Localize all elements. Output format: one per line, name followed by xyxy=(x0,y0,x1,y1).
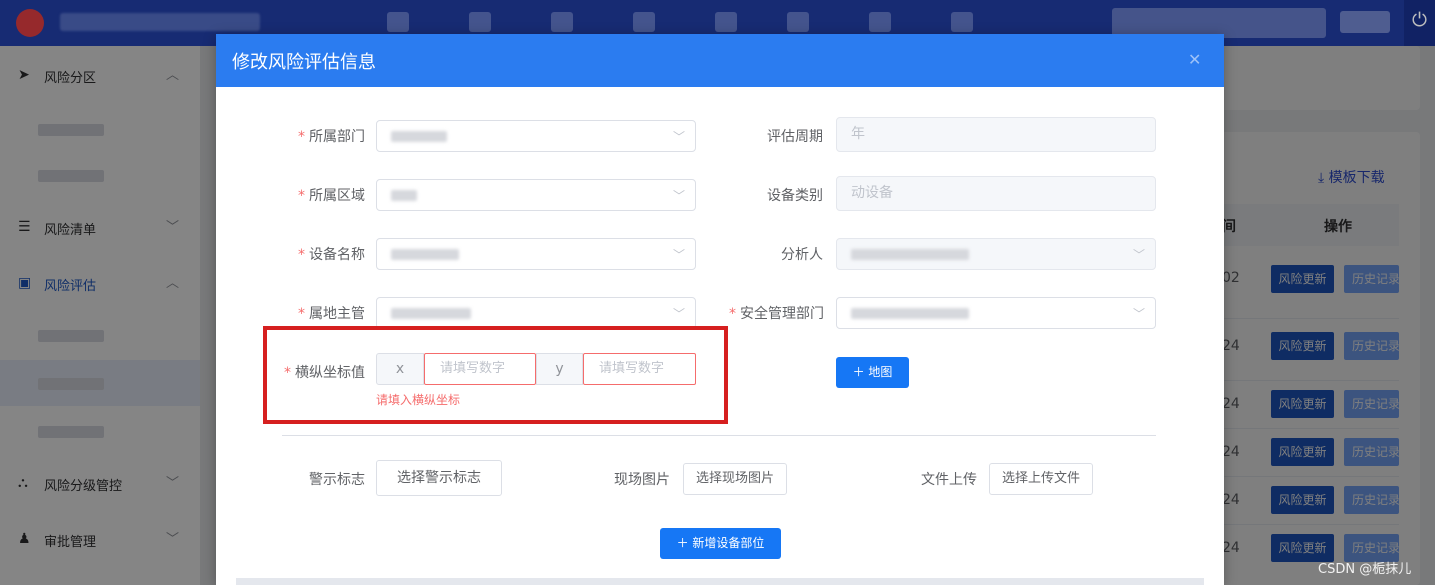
form-divider xyxy=(282,435,1156,436)
chevron-down-icon: ﹀ xyxy=(672,307,685,321)
select-warning-sign-button[interactable]: 选择警示标志 xyxy=(376,460,502,496)
chevron-down-icon: ﹀ xyxy=(1132,248,1145,262)
area-label: * 所属区域 xyxy=(298,188,365,204)
modal-overlay xyxy=(0,46,200,585)
cycle-label: 评估周期 xyxy=(767,129,823,145)
sidebar: ➤ 风险分区 ︿ ☰ 风险清单 ﹀ ▣ 风险评估 ︿ ⛬ 风险分级管控 ﹀ ♟ … xyxy=(0,46,200,585)
chevron-down-icon: ﹀ xyxy=(672,130,685,144)
safety-dept-select[interactable]: ﹀ xyxy=(836,297,1156,329)
add-device-part-button[interactable]: ＋ 新增设备部位 xyxy=(660,528,781,559)
site-photo-label: 现场图片 xyxy=(614,472,670,488)
warning-sign-label: 警示标志 xyxy=(309,472,365,488)
chevron-down-icon: ﹀ xyxy=(1132,307,1145,321)
device-name-label: * 设备名称 xyxy=(298,247,365,263)
supervisor-label: * 属地主管 xyxy=(298,306,365,322)
file-upload-label: 文件上传 xyxy=(921,472,977,488)
chevron-down-icon: ﹀ xyxy=(672,248,685,262)
supervisor-select[interactable]: ﹀ xyxy=(376,297,696,329)
close-icon[interactable]: ✕ xyxy=(1188,50,1201,69)
add-device-part-label: 新增设备部位 xyxy=(692,536,765,550)
safety-dept-label: * 安全管理部门 xyxy=(729,306,824,322)
dialog-title: 修改风险评估信息 xyxy=(232,52,376,73)
select-upload-file-button[interactable]: 选择上传文件 xyxy=(989,463,1093,495)
cycle-input: 年 xyxy=(836,117,1156,152)
map-button[interactable]: ＋ 地图 xyxy=(836,357,909,388)
map-button-label: 地图 xyxy=(868,365,893,379)
area-select[interactable]: ﹀ xyxy=(376,179,696,211)
department-label: * 所属部门 xyxy=(298,129,365,145)
highlight-annotation-box xyxy=(263,326,728,424)
watermark-text: CSDN @栀抹儿 xyxy=(1318,562,1412,577)
dialog-header: 修改风险评估信息 ✕ xyxy=(216,34,1224,87)
device-name-select[interactable]: ﹀ xyxy=(376,238,696,270)
analyst-select: ﹀ xyxy=(836,238,1156,270)
analyst-label: 分析人 xyxy=(781,247,823,263)
department-select[interactable]: ﹀ xyxy=(376,120,696,152)
select-site-photo-button[interactable]: 选择现场图片 xyxy=(683,463,787,495)
device-category-input: 动设备 xyxy=(836,176,1156,211)
dialog-bottom-section xyxy=(236,578,1204,585)
device-category-label: 设备类别 xyxy=(767,188,823,204)
chevron-down-icon: ﹀ xyxy=(672,189,685,203)
